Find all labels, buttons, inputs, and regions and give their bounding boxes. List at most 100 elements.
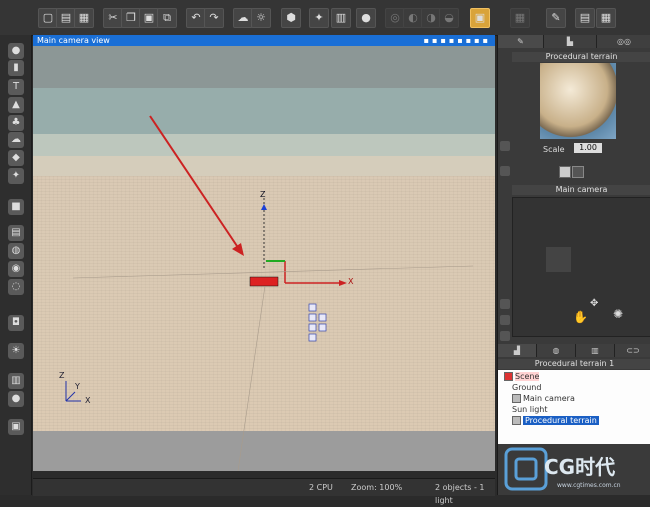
save-icon[interactable]: ▦ [74, 8, 94, 28]
object-handle-3[interactable] [308, 323, 317, 332]
settings-icon[interactable]: ▦ [596, 8, 616, 28]
watermark-logo: CG时代 www.cgtimes.com.cn [502, 443, 649, 493]
status-objects: 2 objects - 1 light [435, 483, 485, 505]
material-edit-icon[interactable] [572, 166, 584, 178]
annotation-arrow-head [232, 243, 244, 256]
group-tool-icon[interactable]: ◍ [8, 243, 24, 259]
panel-tool-1-icon[interactable] [500, 141, 510, 151]
object-handle-6[interactable] [318, 323, 327, 332]
object-handle-2[interactable] [308, 313, 317, 322]
viewport-title-bar[interactable]: Main camera view ▪▪▪▪▪▪▪▪ [33, 35, 495, 46]
camera-title: Main camera [512, 185, 650, 195]
tree-item-sun-light[interactable]: Sun light [512, 404, 548, 415]
light-tool-icon[interactable]: ✦ [8, 168, 24, 184]
sphere-tool-icon[interactable]: ● [8, 43, 24, 59]
zoom-icon[interactable]: ◎ [385, 8, 405, 28]
rotate-icon[interactable]: ◐ [403, 8, 423, 28]
light-icon[interactable]: ✦ [309, 8, 329, 28]
object-handle-4[interactable] [308, 333, 317, 342]
render-icon[interactable]: ☼ [251, 8, 271, 28]
gizmo-x-label: X [348, 277, 354, 286]
options-icon[interactable]: ▤ [575, 8, 595, 28]
selected-object[interactable] [249, 276, 279, 287]
metablob-tool-icon[interactable]: ◌ [8, 279, 24, 295]
camera-tool-icon[interactable]: ◘ [8, 315, 24, 331]
duplicate-icon[interactable]: ⧉ [157, 8, 177, 28]
panel-tab-row-top: ✎ ▙ ◎◎ [498, 35, 650, 48]
watermark-url: www.cgtimes.com.cn [557, 482, 621, 489]
viewport-controls-icon[interactable]: ▪▪▪▪▪▪▪▪ [424, 35, 491, 46]
layer-tool-icon[interactable]: ▤ [8, 225, 24, 241]
cut-icon[interactable]: ✂ [103, 8, 123, 28]
redo-icon[interactable]: ↷ [204, 8, 224, 28]
cube-tool-icon[interactable]: ■ [8, 199, 24, 215]
panel-tool-5-icon[interactable] [500, 331, 510, 341]
annotation-arrow [149, 115, 240, 250]
tree-item-scene[interactable]: Scene [504, 371, 540, 382]
undo-icon[interactable]: ↶ [186, 8, 206, 28]
pan-hand-icon[interactable]: ✋ [573, 310, 588, 324]
cloud-tool-icon[interactable]: ☁ [8, 132, 24, 148]
ground-line [72, 265, 474, 279]
tab-layers[interactable]: ▥ [576, 344, 615, 357]
scene-title: Procedural terrain 1 [498, 359, 650, 369]
new-icon[interactable]: ▢ [38, 8, 58, 28]
gizmo-x-handle[interactable] [339, 280, 347, 286]
rock-tool-icon[interactable]: ◆ [8, 150, 24, 166]
camera-icon[interactable]: ▦ [510, 8, 530, 28]
gizmo-z-handle[interactable] [261, 204, 267, 210]
scale-input[interactable]: 1.00 [574, 143, 602, 153]
move-arrows-icon[interactable]: ✥ [590, 298, 598, 309]
color-icon[interactable]: ● [356, 8, 376, 28]
tab-library[interactable]: ◎◎ [597, 35, 650, 48]
tab-scene-tree[interactable]: ◍ [537, 344, 576, 357]
preview-icon[interactable]: ✎ [546, 8, 566, 28]
cylinder-tool-icon[interactable]: ▮ [8, 60, 24, 76]
tree-item-main-camera[interactable]: Main camera [512, 393, 575, 404]
display-icon[interactable]: ▣ [470, 8, 490, 28]
grid-icon[interactable]: ▥ [331, 8, 351, 28]
scale-label: Scale [543, 145, 565, 154]
tab-materials[interactable]: ▙ [544, 35, 597, 48]
viewport-title: Main camera view [37, 36, 110, 45]
boolean-tool-icon[interactable]: ◉ [8, 261, 24, 277]
panel-tool-4-icon[interactable] [500, 315, 510, 325]
selection-icon[interactable]: ◒ [439, 8, 459, 28]
paste-icon[interactable]: ▣ [139, 8, 159, 28]
panel-tool-2-icon[interactable] [500, 166, 510, 176]
main-toolbar: ▢ ▤ ▦ ✂ ❐ ▣ ⧉ ↶ ↷ ☁ ☼ ⬢ ✦ ▥ ● ◎ ◐ ◑ ◒ ▣ … [0, 0, 650, 36]
viewport-overlay [65, 115, 474, 471]
rotate-cam-icon[interactable]: ✺ [613, 307, 623, 321]
text-tool-icon[interactable]: T [8, 79, 24, 95]
ground-line-vertical [237, 285, 266, 471]
gizmo-z-label: Z [260, 190, 266, 199]
status-zoom: Zoom: 100% [351, 483, 403, 492]
plant-tool-icon[interactable]: ♣ [8, 115, 24, 131]
tab-links[interactable]: ⊂⊃ [615, 344, 650, 357]
terrain-icon [512, 416, 521, 425]
fit-icon[interactable]: ◑ [421, 8, 441, 28]
import-tool-icon[interactable]: ▣ [8, 419, 24, 435]
left-toolbar: ● ▮ T ▲ ♣ ☁ ◆ ✦ ■ ▤ ◍ ◉ ◌ ◘ ☀ ▥ ● ▣ [0, 35, 32, 495]
tab-world-browser[interactable]: ▟ [498, 344, 537, 357]
camera-preview-box[interactable] [546, 247, 571, 272]
tree-item-ground[interactable]: Ground [512, 382, 541, 393]
object-icon[interactable]: ⬢ [281, 8, 301, 28]
tree-item-procedural-terrain[interactable]: Procedural terrain [512, 415, 599, 426]
color-tool-icon[interactable]: ● [8, 391, 24, 407]
object-handle-5[interactable] [318, 313, 327, 322]
graph-tool-icon[interactable]: ▥ [8, 373, 24, 389]
tab-objects[interactable]: ✎ [498, 35, 544, 48]
open-icon[interactable]: ▤ [56, 8, 76, 28]
object-handle-1[interactable] [308, 303, 317, 312]
scene-icon[interactable]: ☁ [233, 8, 253, 28]
material-swap-icon[interactable] [559, 166, 571, 178]
copy-icon[interactable]: ❐ [121, 8, 141, 28]
material-preview[interactable] [540, 63, 616, 139]
panel-tool-3-icon[interactable] [500, 299, 510, 309]
scene-icon [504, 372, 513, 381]
render-tool-icon[interactable]: ☀ [8, 343, 24, 359]
3d-viewport[interactable]: Z X Z X Y [33, 46, 495, 471]
scene-tree[interactable]: Scene Ground Main camera Sun light Proce… [498, 370, 650, 444]
terrain-tool-icon[interactable]: ▲ [8, 97, 24, 113]
